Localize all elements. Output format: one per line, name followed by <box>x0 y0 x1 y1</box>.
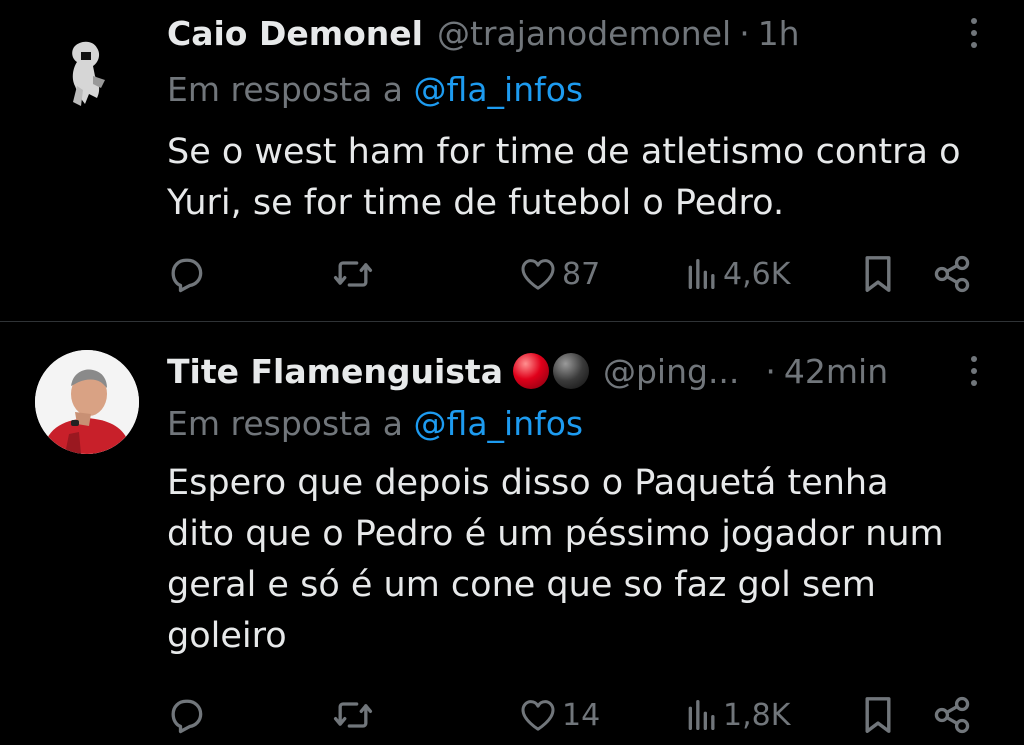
tweet-actions: 87 4,6K <box>0 252 1024 296</box>
like-icon <box>521 259 555 290</box>
bookmark-button[interactable] <box>860 252 896 296</box>
views-icon <box>688 259 715 289</box>
tweet-header: Tite Flamenguista @ping... · 42min <box>167 351 888 391</box>
like-button[interactable]: 14 <box>518 693 600 737</box>
separator-dot: · <box>739 13 750 53</box>
like-count: 87 <box>562 256 601 292</box>
bookmark-icon <box>865 256 891 292</box>
reply-button[interactable] <box>164 693 208 737</box>
like-icon <box>521 700 555 731</box>
display-name[interactable]: Tite Flamenguista <box>167 352 503 391</box>
avatar[interactable] <box>35 24 139 128</box>
timestamp[interactable]: 42min <box>784 352 888 391</box>
views-count: 1,8K <box>723 697 791 733</box>
views-count: 4,6K <box>723 256 791 292</box>
like-count: 14 <box>562 697 601 733</box>
timestamp[interactable]: 1h <box>758 14 800 53</box>
share-button[interactable] <box>930 693 974 737</box>
red-ball-emoji <box>512 353 549 389</box>
tweet-actions: 14 1,8K <box>0 693 1024 737</box>
user-handle[interactable]: @ping... <box>603 352 739 391</box>
bookmark-icon <box>865 697 891 733</box>
retweet-icon <box>333 702 373 728</box>
bookmark-button[interactable] <box>860 693 896 737</box>
tweet[interactable]: Tite Flamenguista @ping... · 42min Em re… <box>0 322 1024 745</box>
retweet-button[interactable] <box>331 252 375 296</box>
tweet-text: Espero que depois disso o Paquetá tenha … <box>167 463 944 656</box>
retweet-button[interactable] <box>331 693 375 737</box>
tweet[interactable]: Caio Demonel @trajanodemonel · 1h Em res… <box>0 0 1024 321</box>
user-handle[interactable]: @trajanodemonel <box>437 14 731 53</box>
reply-context: Em resposta a @fla_infos <box>167 70 583 110</box>
share-button[interactable] <box>930 252 974 296</box>
reply-handle-link[interactable]: @fla_infos <box>414 404 584 443</box>
like-button[interactable]: 87 <box>518 252 600 296</box>
reply-button[interactable] <box>164 252 208 296</box>
avatar[interactable] <box>35 350 139 454</box>
reply-handle-link[interactable]: @fla_infos <box>414 70 584 109</box>
reply-icon <box>171 699 203 734</box>
separator-dot: · <box>765 351 776 391</box>
views-icon <box>688 700 715 730</box>
display-name[interactable]: Caio Demonel <box>167 14 423 53</box>
views-button[interactable]: 4,6K <box>685 252 790 296</box>
share-icon <box>934 696 970 734</box>
tweet-text: Se o west ham for time de atletismo cont… <box>167 132 961 223</box>
black-ball-emoji <box>552 353 589 389</box>
tweet-header: Caio Demonel @trajanodemonel · 1h <box>167 13 800 53</box>
reply-context: Em resposta a @fla_infos <box>167 404 583 444</box>
share-icon <box>934 255 970 293</box>
reply-icon <box>171 258 203 293</box>
reply-prefix: Em resposta a <box>167 70 404 109</box>
views-button[interactable]: 1,8K <box>685 693 790 737</box>
reply-prefix: Em resposta a <box>167 404 404 443</box>
more-icon[interactable] <box>964 13 984 53</box>
more-icon[interactable] <box>964 351 984 391</box>
retweet-icon <box>333 261 373 287</box>
